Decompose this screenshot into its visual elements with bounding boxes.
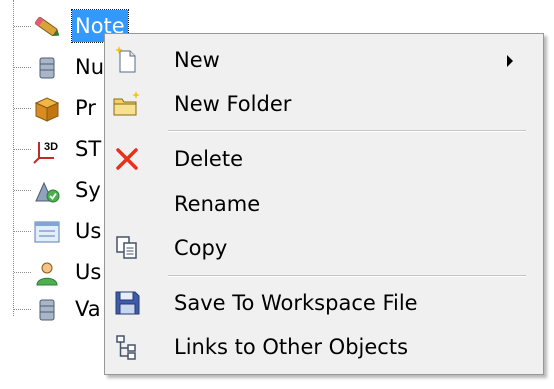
menu-separator [168,275,526,277]
form-icon [34,221,60,243]
tree-branch-line [14,67,31,68]
tree-item-label[interactable]: Us [72,256,104,288]
menu-item-label: Copy [174,236,228,260]
tree-branch-line [14,272,31,273]
new-folder-icon [113,91,140,116]
tree-item-label[interactable]: ST [72,133,104,165]
menu-item-new-folder[interactable]: New Folder [105,84,543,124]
menu-item-label: Delete [174,147,243,171]
new-document-icon [115,46,136,73]
tree-item-label[interactable]: Nu [72,51,107,83]
submenu-arrow-icon [507,55,513,67]
menu-item-label: Rename [174,192,261,216]
menu-item-links-to-other-objects[interactable]: Links to Other Objects [105,327,543,367]
menu-item-save-to-workspace-file[interactable]: Save To Workspace File [105,283,543,323]
svg-text:3D: 3D [44,141,58,153]
tree-branch-line [14,108,31,109]
package-icon [34,97,60,122]
tree-branch-line [14,309,31,310]
menu-item-delete[interactable]: Delete [105,139,543,179]
menu-item-rename[interactable]: Rename [105,184,543,224]
delete-icon [116,148,138,170]
pencil-icon [34,16,60,37]
system-icon [35,181,60,203]
menu-item-label: New [174,48,220,72]
save-icon [115,291,140,315]
tree-branch-line [14,190,31,191]
context-menu: New New Folder Delete Rename Copy Save T… [104,33,544,375]
user-icon [36,262,58,286]
tree-item-label[interactable]: Va [72,293,104,325]
tree-item-label[interactable]: Sy [72,174,104,206]
menu-separator [168,130,526,132]
tree-item-label[interactable]: Pr [72,92,99,124]
tree-branch-line [14,26,31,27]
menu-item-label: New Folder [174,92,292,116]
tree-branch-line [14,149,31,150]
database-icon [39,57,55,79]
menu-item-new[interactable]: New [105,40,543,80]
axes-3d-icon: 3D [33,141,58,164]
menu-item-label: Links to Other Objects [174,335,409,359]
menu-item-copy[interactable]: Copy [105,228,543,268]
copy-icon [116,236,137,259]
links-tree-icon [116,335,136,360]
menu-item-label: Save To Workspace File [174,291,418,315]
tree-item-label[interactable]: Us [72,215,104,247]
database-icon [39,299,55,321]
tree-branch-line [14,231,31,232]
